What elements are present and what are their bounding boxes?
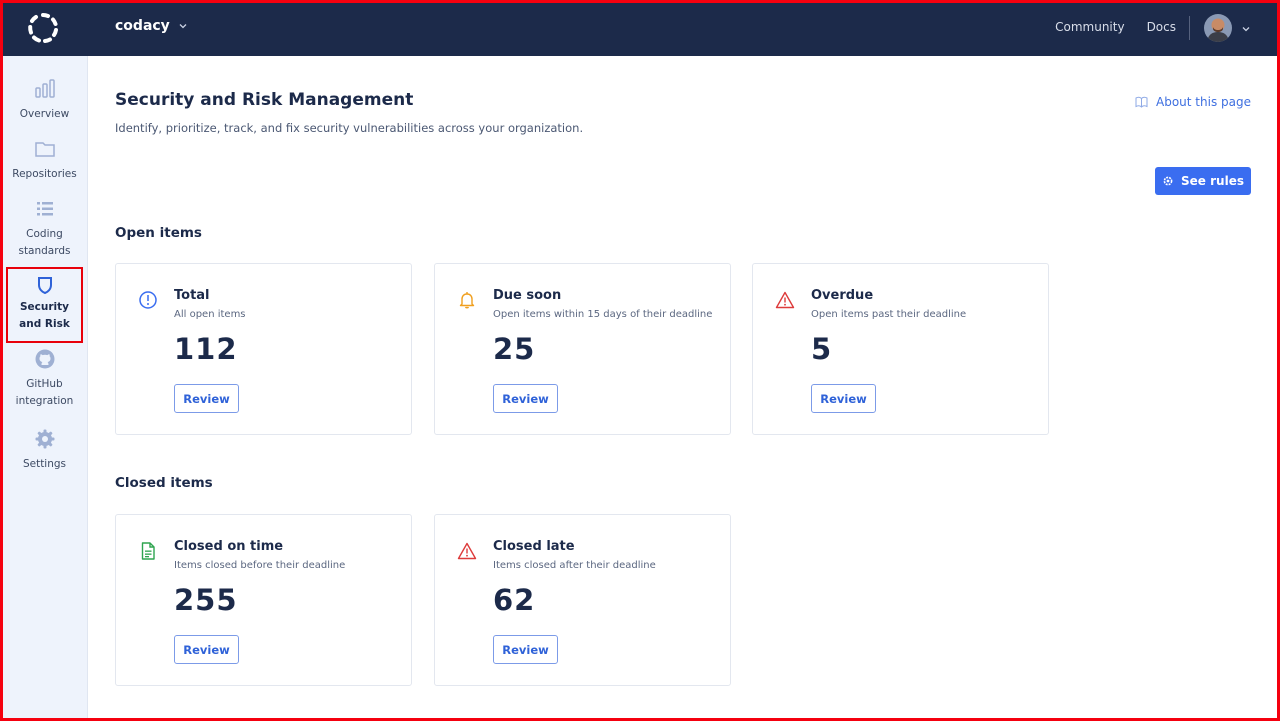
card-description: Open items within 15 days of their deadl…	[493, 309, 713, 320]
card-description: All open items	[174, 309, 246, 320]
review-button[interactable]: Review	[174, 384, 239, 413]
warning-triangle-icon	[457, 542, 477, 560]
organization-name: codacy	[115, 18, 170, 34]
chevron-down-icon	[179, 24, 187, 29]
closed-late-card: Closed late Items closed after their dea…	[434, 514, 731, 686]
top-links: Community Docs	[1055, 20, 1176, 34]
topbar-divider	[1189, 16, 1190, 40]
sidebar-item-overview[interactable]: Overview	[6, 78, 83, 123]
book-icon	[1135, 96, 1148, 108]
card-count: 255	[174, 583, 238, 617]
top-navigation-bar: codacy Community Docs	[0, 0, 1280, 56]
sidebar-item-label: Security and Risk	[19, 301, 70, 330]
closed-items-heading: Closed items	[115, 475, 213, 491]
review-button[interactable]: Review	[493, 384, 558, 413]
card-count: 5	[811, 332, 833, 366]
page-subtitle: Identify, prioritize, track, and fix sec…	[115, 121, 584, 135]
sidebar: Overview Repositories Coding standards S…	[0, 56, 88, 721]
review-button[interactable]: Review	[811, 384, 876, 413]
overdue-card: Overdue Open items past their deadline 5…	[752, 263, 1049, 435]
card-count: 62	[493, 583, 536, 617]
bar-chart-icon	[34, 79, 55, 98]
sidebar-item-github-integration[interactable]: GitHub integration	[6, 348, 83, 410]
chevron-down-icon[interactable]	[1241, 24, 1251, 34]
gear-icon	[35, 429, 54, 449]
open-items-heading: Open items	[115, 225, 202, 241]
card-title: Due soon	[493, 288, 562, 303]
page-title: Security and Risk Management	[115, 90, 414, 110]
user-avatar[interactable]	[1204, 14, 1232, 42]
card-title: Closed on time	[174, 539, 284, 554]
card-count: 25	[493, 332, 536, 366]
due-soon-card: Due soon Open items within 15 days of th…	[434, 263, 731, 435]
bell-icon	[459, 292, 475, 309]
gear-icon	[1163, 176, 1173, 186]
list-icon	[36, 202, 53, 216]
sidebar-item-label: GitHub integration	[15, 378, 74, 407]
closed-on-time-card: Closed on time Items closed before their…	[115, 514, 412, 686]
see-rules-button[interactable]: See rules	[1155, 167, 1251, 195]
sidebar-item-label: Repositories	[12, 168, 77, 180]
codacy-logo-icon[interactable]	[27, 12, 59, 44]
sidebar-item-coding-standards[interactable]: Coding standards	[6, 198, 83, 260]
about-this-page-link[interactable]: About this page	[1135, 95, 1251, 109]
card-count: 112	[174, 332, 238, 366]
see-rules-label: See rules	[1181, 174, 1244, 188]
warning-triangle-icon	[775, 291, 795, 309]
docs-link[interactable]: Docs	[1147, 20, 1176, 34]
document-icon	[141, 542, 155, 560]
card-description: Open items past their deadline	[811, 309, 967, 320]
info-circle-icon	[139, 291, 157, 309]
card-description: Items closed before their deadline	[174, 560, 346, 571]
github-icon	[35, 349, 54, 369]
organization-switcher[interactable]: codacy	[115, 18, 188, 34]
sidebar-item-repositories[interactable]: Repositories	[6, 138, 83, 183]
review-button[interactable]: Review	[493, 635, 558, 664]
sidebar-item-settings[interactable]: Settings	[6, 428, 83, 473]
sidebar-item-label: Overview	[19, 108, 70, 120]
card-title: Total	[174, 288, 210, 303]
community-link[interactable]: Community	[1055, 20, 1124, 34]
sidebar-item-security-and-risk[interactable]: Security and Risk	[6, 267, 83, 343]
card-description: Items closed after their deadline	[493, 560, 656, 571]
shield-icon	[37, 277, 52, 295]
sidebar-item-label: Coding standards	[18, 228, 71, 257]
folder-icon	[34, 142, 55, 157]
total-card: Total All open items 112 Review	[115, 263, 412, 435]
card-title: Closed late	[493, 539, 575, 554]
about-this-page-label: About this page	[1156, 95, 1251, 109]
sidebar-item-label: Settings	[22, 458, 67, 470]
card-title: Overdue	[811, 288, 874, 303]
review-button[interactable]: Review	[174, 635, 239, 664]
